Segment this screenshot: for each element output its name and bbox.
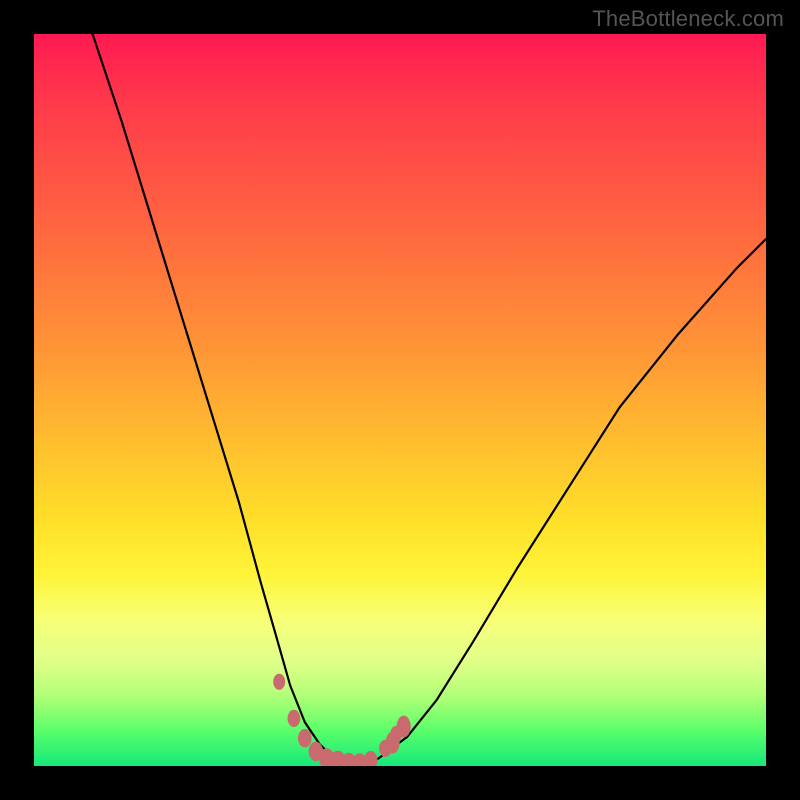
valley-marker	[364, 751, 378, 766]
valley-marker	[273, 674, 285, 690]
valley-marker	[288, 710, 301, 727]
valley-marker	[397, 716, 411, 738]
valley-markers	[273, 674, 411, 766]
curve-group	[93, 34, 766, 766]
valley-marker	[386, 732, 400, 754]
plot-area	[34, 34, 766, 766]
watermark-text: TheBottleneck.com	[592, 6, 784, 32]
canvas-frame: TheBottleneck.com	[0, 0, 800, 800]
valley-marker	[298, 729, 312, 747]
chart-svg	[34, 34, 766, 766]
bottleneck-curve-path	[93, 34, 766, 766]
